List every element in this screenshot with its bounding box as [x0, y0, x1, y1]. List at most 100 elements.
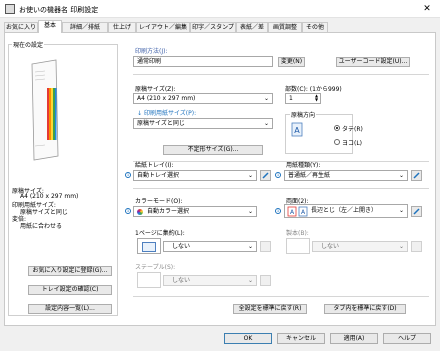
- tab-label: 基本: [43, 22, 56, 29]
- combine-preview-icon: [137, 238, 161, 254]
- pencil-icon[interactable]: [411, 170, 422, 181]
- tab-basic[interactable]: 基本: [38, 20, 62, 33]
- paper-size-select[interactable]: A4 (210 x 297 mm) ⌄: [133, 93, 273, 104]
- tab-favorites[interactable]: お気に入り: [4, 22, 38, 32]
- ok-button[interactable]: OK: [224, 333, 272, 344]
- chevron-down-icon[interactable]: ▼: [313, 98, 320, 102]
- register-favorite-button[interactable]: お気に入り設定に登録(G)...: [28, 266, 112, 276]
- summary-paper-size-value: A4 (210 x 297 mm): [20, 193, 79, 200]
- tab-bar: お気に入り 基本 詳細／排紙 仕上げ レイアウト／編集 印字／スタンプ 表紙／差…: [4, 20, 436, 33]
- tab-layout[interactable]: レイアウト／編集: [136, 22, 190, 32]
- print-paper-size-value: 原稿サイズと同じ: [137, 120, 185, 127]
- arrow-down-icon: ↓: [137, 110, 143, 117]
- portrait-radio[interactable]: [334, 125, 340, 131]
- separator: [133, 188, 429, 189]
- close-icon[interactable]: ✕: [420, 3, 434, 15]
- tab-finishing[interactable]: 仕上げ: [108, 22, 136, 32]
- landscape-radio[interactable]: [334, 139, 340, 145]
- chevron-down-icon: ⌄: [263, 120, 269, 127]
- reset-all-button[interactable]: 全設定を標準に戻す(R): [233, 304, 307, 314]
- combine-label: 1ページに集約(L):: [135, 230, 185, 237]
- chevron-down-icon: ⌄: [247, 172, 253, 179]
- summary-scale-value: 用紙に合わせる: [20, 223, 63, 230]
- tab-label: レイアウト／編集: [138, 24, 187, 31]
- booklet-value: しない: [321, 243, 340, 250]
- chevron-down-icon: ⌄: [247, 243, 253, 250]
- separator: [133, 74, 429, 75]
- pencil-icon: [260, 241, 271, 252]
- chevron-down-icon: ⌄: [247, 208, 253, 215]
- booklet-label: 製本(B):: [286, 230, 309, 237]
- print-method-label: 印刷方法(J):: [135, 48, 168, 55]
- separator: [133, 296, 429, 297]
- info-icon: i: [275, 172, 281, 178]
- settings-list-button[interactable]: 設定内容一覧(L)...: [28, 304, 112, 314]
- tab-quality[interactable]: 画質調整: [268, 22, 302, 32]
- tab-label: 画質調整: [272, 24, 297, 31]
- copies-stepper[interactable]: ▲ ▼: [313, 94, 320, 103]
- duplex-select[interactable]: A A 長辺とじ（左／上開き） ⌄: [284, 204, 408, 218]
- booklet-select: しない ⌄: [312, 241, 408, 252]
- paper-tray-select[interactable]: 自動トレイ選択 ⌄: [133, 170, 257, 181]
- tab-label: 表紙／差: [239, 24, 264, 31]
- custom-size-button[interactable]: 不定形サイズ(G)...: [163, 145, 263, 155]
- info-icon: i: [125, 208, 131, 214]
- printer-icon: [5, 4, 15, 14]
- pencil-icon: [260, 275, 271, 286]
- staple-value: しない: [172, 277, 191, 284]
- tray-settings-check-button[interactable]: トレイ設定の確認(C): [28, 285, 112, 295]
- chevron-down-icon: ⌄: [263, 95, 269, 102]
- orientation-page-icon: A: [291, 122, 303, 137]
- paper-type-value: 普通紙／再生紙: [288, 172, 331, 179]
- reset-tab-button[interactable]: タブ内を標準に戻す(D): [324, 304, 406, 314]
- combine-value: しない: [172, 243, 191, 250]
- current-settings-label: 現在の設定: [12, 40, 45, 49]
- window-title-bar: お使いの機器名 印刷設定 ✕: [0, 0, 440, 18]
- user-code-settings-button[interactable]: ユーザーコード設定(U)...: [336, 57, 410, 67]
- copies-label: 部数(C): (1から999): [285, 86, 342, 93]
- color-mode-select[interactable]: 自動カラー選択 ⌄: [133, 206, 257, 217]
- duplex-page-icon: A A: [287, 206, 308, 217]
- tab-cover[interactable]: 表紙／差: [236, 22, 268, 32]
- pencil-icon[interactable]: [260, 170, 271, 181]
- svg-text:A: A: [294, 126, 300, 135]
- color-mode-label: カラーモード(O):: [135, 198, 183, 205]
- cancel-button[interactable]: キャンセル: [277, 333, 325, 344]
- print-paper-size-select[interactable]: 原稿サイズと同じ ⌄: [133, 118, 273, 129]
- tab-label: 印字／スタンプ: [192, 24, 234, 31]
- page-preview-image: [31, 59, 59, 161]
- paper-tray-value: 自動トレイ選択: [137, 172, 180, 179]
- chevron-down-icon: ⌄: [398, 243, 404, 250]
- color-mode-value: 自動カラー選択: [147, 208, 190, 215]
- tab-label: その他: [305, 24, 324, 31]
- print-paper-size-label: ↓ 印刷用紙サイズ(P):: [137, 108, 196, 117]
- chevron-down-icon: ⌄: [247, 277, 253, 284]
- page-icon: [142, 242, 156, 252]
- tab-detail-output[interactable]: 詳細／排紙: [62, 22, 108, 32]
- info-icon: i: [275, 208, 281, 214]
- tab-other[interactable]: その他: [302, 22, 328, 32]
- staple-label: ステープル(S):: [135, 264, 176, 271]
- tab-label: 排紙: [88, 24, 101, 31]
- color-wheel-icon: [137, 209, 143, 215]
- info-icon: i: [125, 172, 131, 178]
- staple-preview-icon: [137, 272, 161, 288]
- paper-size-label: 原稿サイズ(Z):: [135, 86, 176, 93]
- change-print-method-button[interactable]: 変更(N): [278, 57, 305, 67]
- tab-label: 詳細: [69, 24, 82, 31]
- combine-select[interactable]: しない ⌄: [163, 241, 257, 252]
- apply-button[interactable]: 適用(A): [330, 333, 378, 344]
- help-button[interactable]: ヘルプ: [383, 333, 431, 344]
- staple-select: しない ⌄: [163, 275, 257, 286]
- tab-label: 仕上げ: [112, 24, 131, 31]
- duplex-value: 長辺とじ（左／上開き）: [311, 207, 378, 214]
- summary-print-size-value: 原稿サイズと同じ: [20, 209, 68, 216]
- print-paper-size-label-text: 印刷用紙サイズ(P):: [143, 110, 197, 117]
- paper-type-select[interactable]: 普通紙／再生紙 ⌄: [284, 170, 408, 181]
- landscape-label: ヨコ(L): [342, 140, 363, 147]
- pencil-icon[interactable]: [411, 206, 422, 217]
- booklet-preview-icon: [286, 238, 310, 254]
- tab-stamp[interactable]: 印字／スタンプ: [190, 22, 236, 32]
- tab-label: お気に入り: [5, 24, 36, 31]
- chevron-down-icon: ⌄: [398, 172, 404, 179]
